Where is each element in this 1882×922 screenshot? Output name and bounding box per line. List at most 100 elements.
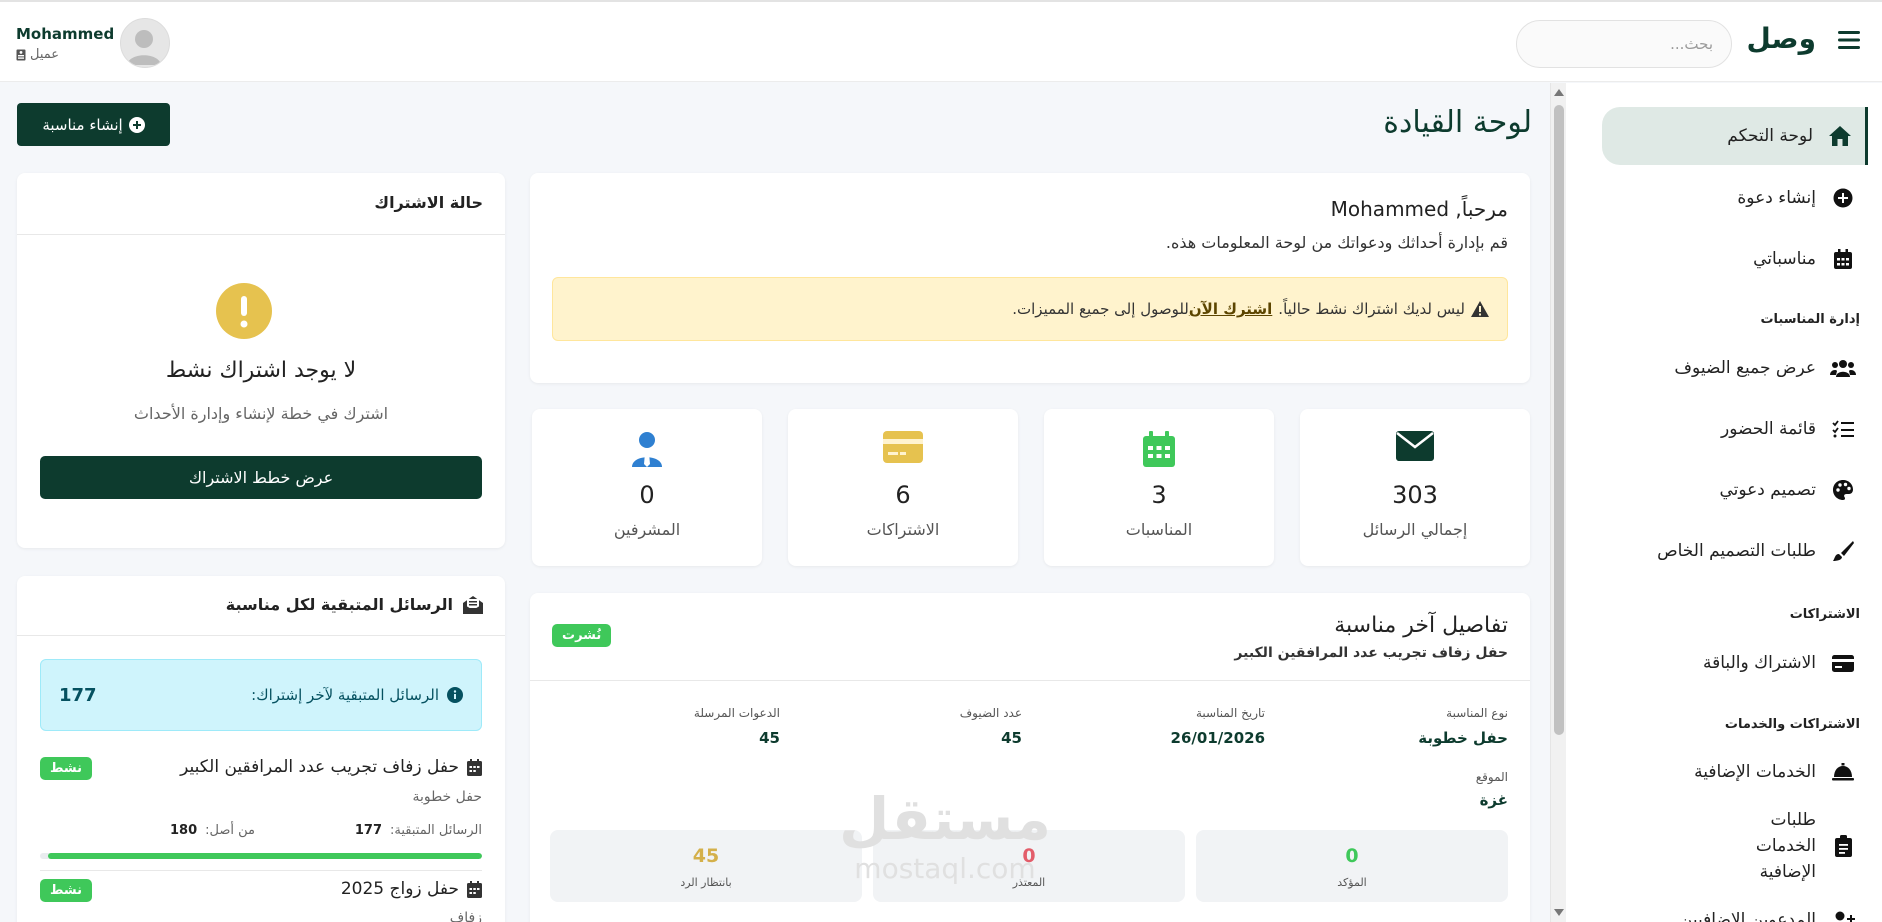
brand-logo[interactable]: وصل <box>1747 22 1816 55</box>
calendar-icon <box>467 758 482 776</box>
sidebar-item-subscription-plan[interactable]: الاشتراك والباقة <box>1602 648 1868 678</box>
subscription-alert: ليس لديك اشتراك نشط حالياً. اشترك الآن ل… <box>552 277 1508 341</box>
subscribe-now-link[interactable]: اشترك الآن <box>1189 300 1272 318</box>
remaining-title-text: الرسائل المتبقية لكل مناسبة <box>225 595 453 614</box>
plus-circle-icon <box>128 116 145 133</box>
welcome-subtitle: قم بإدارة أحداثك ودعواتك من لوحة المعلوم… <box>1165 233 1508 252</box>
sidebar-item-label: طلبات الخدمات الإضافية <box>1755 810 1816 882</box>
sidebar-item-label: المدعوين الإضافيين <box>1679 910 1816 922</box>
menu-icon[interactable] <box>1838 30 1860 50</box>
envelope-icon <box>1300 431 1530 461</box>
subscription-card-header: حالة الاشتراك <box>17 173 505 235</box>
welcome-card: مرحباً, Mohammed قم بإدارة أحداثك ودعوات… <box>530 173 1530 383</box>
rsvp-label: المعتذر <box>1012 876 1046 889</box>
sidebar-item-label: الاشتراك والباقة <box>1703 653 1816 673</box>
avatar[interactable] <box>120 18 170 68</box>
create-event-button[interactable]: إنشاء مناسبة <box>17 103 170 146</box>
credit-card-icon <box>788 431 1018 463</box>
stat-label: المناسبات <box>1125 520 1193 539</box>
latest-event-name: حفل زفاف تجريب عدد المرافقين الكبير <box>1234 645 1508 661</box>
rsvp-value: 0 <box>1345 845 1359 867</box>
field-value: 45 <box>1001 729 1022 747</box>
credit-card-icon <box>1830 654 1856 672</box>
sidebar-item-all-guests[interactable]: عرض جميع الضيوف <box>1602 353 1868 383</box>
no-subscription-title: لا يوجد اشتراك نشط <box>165 358 357 383</box>
remaining-card-title: الرسائل المتبقية لكل مناسبة <box>226 595 483 614</box>
sidebar-item-attendance[interactable]: قائمة الحضور <box>1602 414 1868 444</box>
clipboard-icon <box>1830 835 1856 857</box>
brush-icon <box>1830 540 1856 562</box>
field-label: الدعوات المرسلة <box>693 706 780 720</box>
event-type: حفل خطوبة <box>412 789 482 805</box>
calendar-icon <box>467 880 482 898</box>
user-role-label: عميل <box>30 47 60 62</box>
scroll-thumb[interactable] <box>1554 105 1564 735</box>
field-value: حفل خطوبة <box>1418 729 1508 747</box>
sidebar-item-label: إنشاء دعوة <box>1737 188 1816 208</box>
user-name[interactable]: Mohammed <box>16 25 114 43</box>
stat-label: المشرفين <box>613 520 681 539</box>
rsvp-pending: 45 بانتظار الرد <box>550 830 862 902</box>
top-bar: وصل Mohammed عميل <box>0 0 1882 82</box>
palette-icon <box>1830 479 1856 501</box>
user-tie-icon <box>532 431 762 467</box>
remaining-label: الرسائل المتبقية: <box>390 823 482 838</box>
stat-events: 3 المناسبات <box>1044 409 1274 566</box>
sidebar-item-label: مناسباتي <box>1753 249 1816 269</box>
sidebar-item-extra-service-requests[interactable]: طلبات الخدمات الإضافية <box>1602 810 1868 882</box>
sidebar-section-subscriptions-services: الاشتراكات والخدمات <box>1724 717 1860 732</box>
field-label: تاريخ المناسبة <box>1195 706 1265 720</box>
sidebar-item-custom-design-requests[interactable]: طلبات التصميم الخاص <box>1602 536 1868 566</box>
sidebar-item-create-invitation[interactable]: إنشاء دعوة <box>1602 183 1868 213</box>
info-circle-icon <box>447 687 463 703</box>
remaining-card-header: الرسائل المتبقية لكل مناسبة <box>17 576 505 636</box>
remaining-count: الرسائل المتبقية: 177 <box>355 823 482 838</box>
search-input[interactable] <box>1516 20 1732 68</box>
sidebar-item-extra-invitees[interactable]: المدعوين الإضافيين <box>1602 905 1868 922</box>
rsvp-value: 45 <box>692 845 720 867</box>
stat-label: الاشتراكات <box>866 520 940 539</box>
sidebar: لوحة التحكم إنشاء دعوة مناسباتي إدارة ال… <box>1566 83 1882 922</box>
location-label: الموقع <box>1475 770 1508 784</box>
event-item-title[interactable]: حفل زواج 2025 <box>341 879 482 899</box>
sidebar-item-extra-services[interactable]: الخدمات الإضافية <box>1602 757 1868 787</box>
active-badge: نشط <box>40 879 93 902</box>
page-title: لوحة القيادة <box>1383 105 1532 140</box>
calendar-icon <box>1044 431 1274 467</box>
sidebar-item-design-invitation[interactable]: تصميم دعوتي <box>1602 475 1868 505</box>
event-name: حفل زفاف تجريب عدد المرافقين الكبير <box>180 757 459 777</box>
subscription-card-title: حالة الاشتراك <box>374 193 483 212</box>
active-badge: نشط <box>40 757 93 780</box>
remaining-progress-fill <box>47 853 482 859</box>
sidebar-item-label: تصميم دعوتي <box>1719 480 1816 500</box>
stat-value: 0 <box>639 481 655 509</box>
calendar-icon <box>1830 249 1856 269</box>
alert-text: ليس لديك اشتراك نشط حالياً. <box>1278 300 1465 318</box>
sidebar-item-my-events[interactable]: مناسباتي <box>1602 244 1868 274</box>
scroll-down-arrow[interactable] <box>1554 909 1564 916</box>
rsvp-declined: 0 المعتذر <box>873 830 1185 902</box>
remaining-info-box: الرسائل المتبقية لآخر إشتراك: 177 <box>40 659 482 731</box>
id-badge-icon <box>16 49 26 61</box>
latest-event-title: تفاصيل آخر مناسبة <box>1334 613 1508 638</box>
stat-subscriptions: 6 الاشتراكات <box>788 409 1018 566</box>
stat-value: 303 <box>1392 481 1438 509</box>
stat-total-messages: 303 إجمالي الرسائل <box>1300 409 1530 566</box>
home-icon <box>1827 125 1853 147</box>
field-label: نوع المناسبة <box>1446 706 1508 720</box>
stat-value: 3 <box>1151 481 1167 509</box>
sidebar-item-label: لوحة التحكم <box>1727 126 1813 146</box>
scroll-up-arrow[interactable] <box>1554 89 1564 96</box>
event-item-title[interactable]: حفل زفاف تجريب عدد المرافقين الكبير <box>180 757 482 777</box>
alert-tail: للوصول إلى جميع المميزات. <box>1012 300 1189 318</box>
stat-label: إجمالي الرسائل <box>1362 520 1468 539</box>
exclamation-circle-icon <box>216 283 272 339</box>
view-plans-button[interactable]: عرض خطط الاشتراك <box>40 456 482 499</box>
sidebar-item-dashboard[interactable]: لوحة التحكم <box>1602 107 1868 165</box>
rsvp-label: المؤكد <box>1337 876 1367 889</box>
remaining-info-text: الرسائل المتبقية لآخر إشتراك: <box>251 686 439 704</box>
user-plus-icon <box>1830 910 1856 922</box>
main-scrollbar[interactable] <box>1550 83 1566 922</box>
users-icon <box>1830 358 1856 378</box>
welcome-title: مرحباً, Mohammed <box>1330 197 1508 221</box>
